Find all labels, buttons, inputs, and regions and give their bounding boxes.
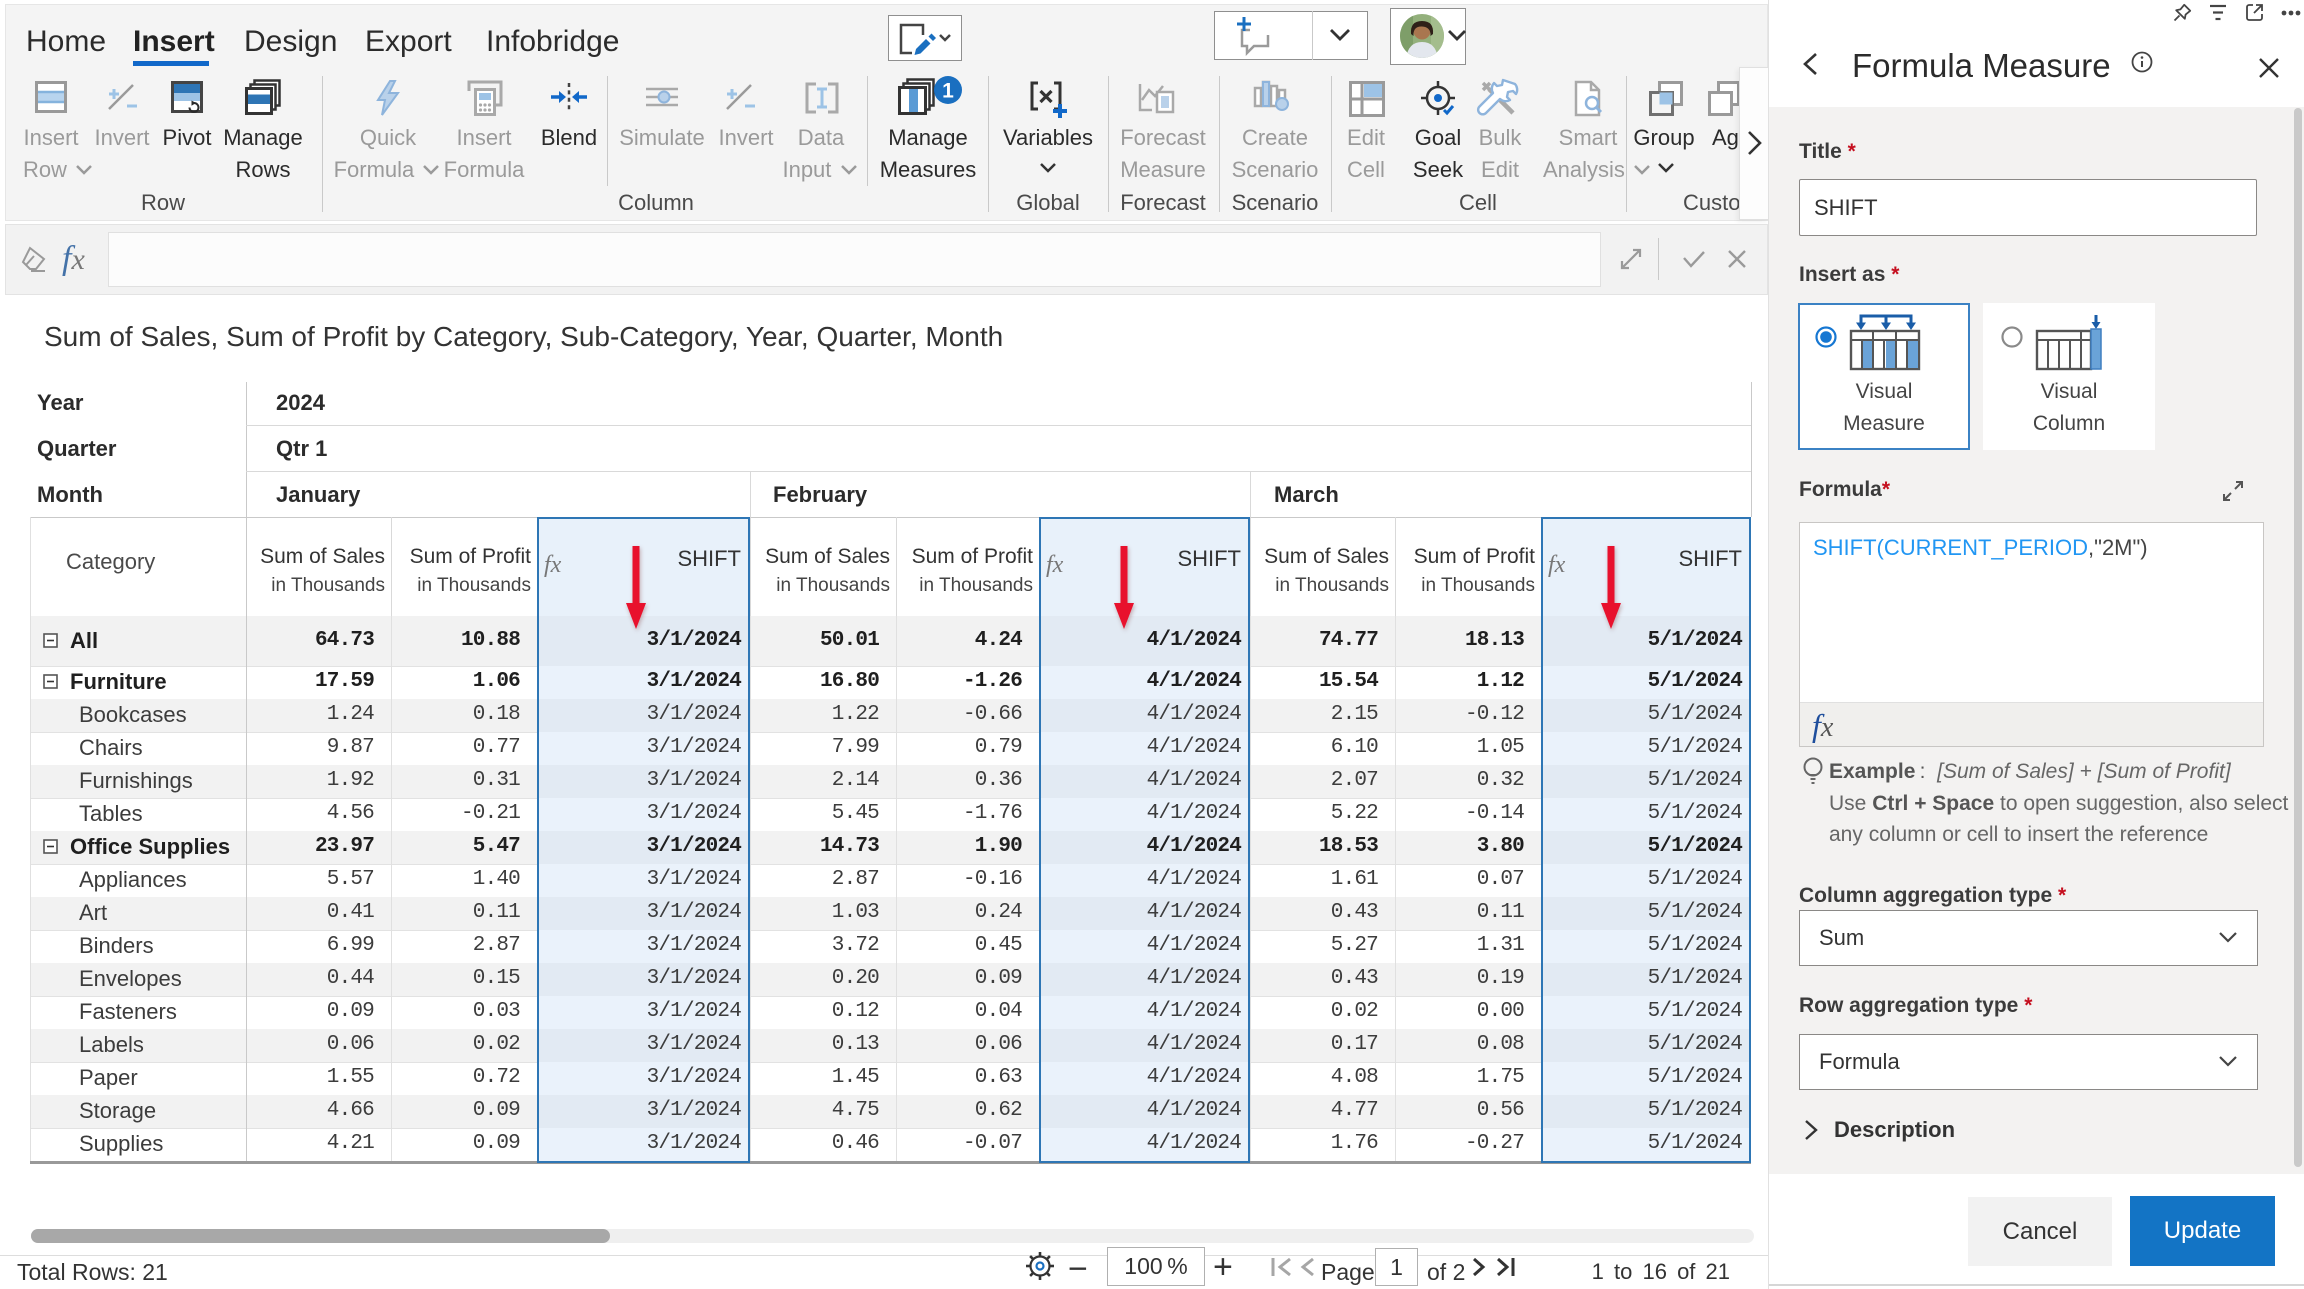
svg-text:1: 1 (942, 80, 954, 103)
